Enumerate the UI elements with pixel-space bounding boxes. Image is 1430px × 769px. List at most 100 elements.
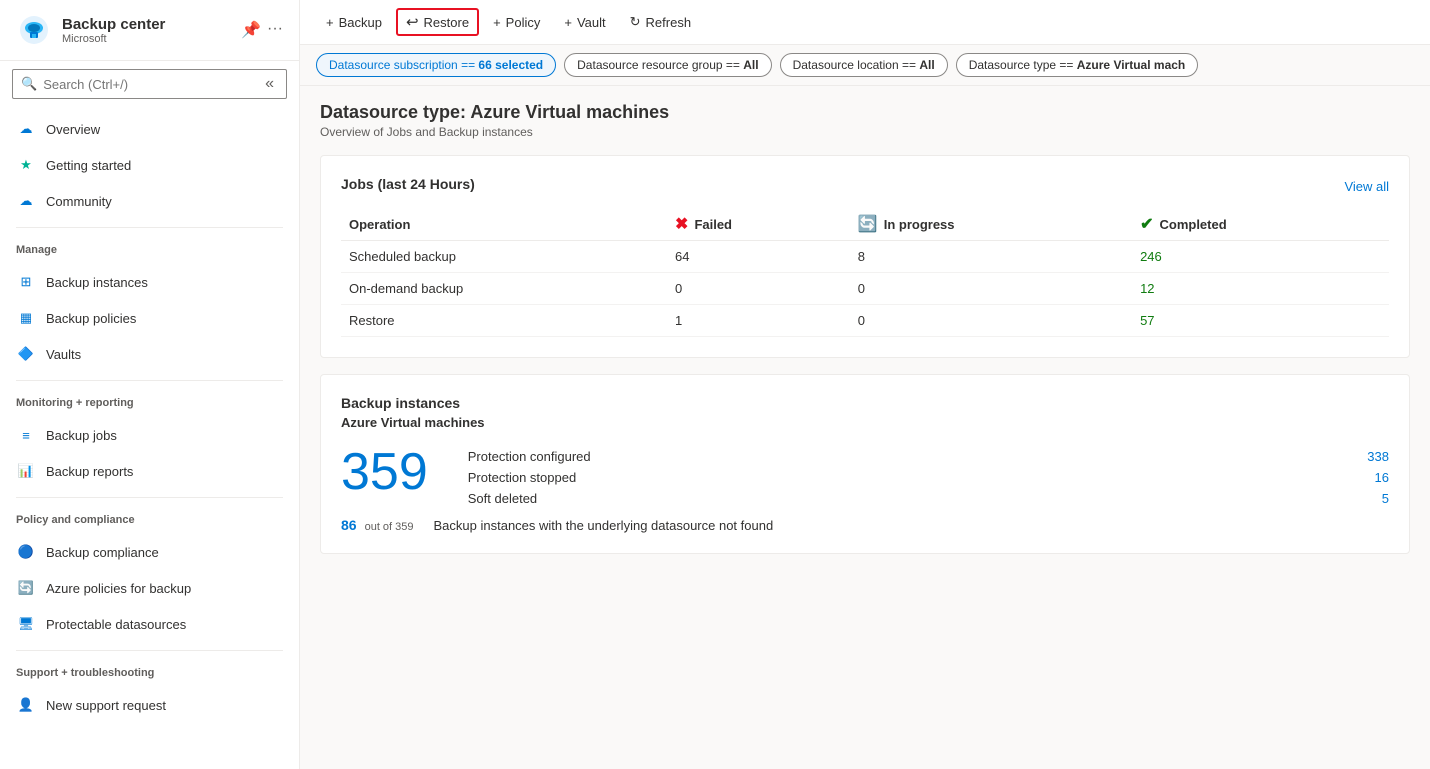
sidebar-item-backup-compliance-label: Backup compliance [46,545,159,560]
filter-location-label: Datasource location == All [793,58,935,72]
job-failed[interactable]: 64 [667,241,850,273]
job-in-progress[interactable]: 0 [850,305,1132,337]
sidebar-item-support-label: New support request [46,698,166,713]
nav-section-policy: 🔵 Backup compliance 🔄 Azure policies for… [0,530,299,646]
footer-sub-group: out of 359 [365,521,414,533]
more-icon[interactable]: ··· [267,20,283,40]
stat-value[interactable]: 338 [1367,449,1389,464]
azure-policies-icon: 🔄 [16,578,36,598]
sidebar-item-getting-started-label: Getting started [46,158,131,173]
col-failed: ✖ Failed [667,208,850,241]
page-subtitle: Overview of Jobs and Backup instances [320,125,1410,139]
filter-resource-group[interactable]: Datasource resource group == All [564,53,771,77]
restore-button[interactable]: ↩ Restore [396,8,479,36]
job-failed[interactable]: 0 [667,273,850,305]
group-label-monitoring: Monitoring + reporting [0,385,299,413]
protectable-icon: 🖥 [16,614,36,634]
policy-label: Policy [506,15,541,30]
search-icon: 🔍 [21,76,37,92]
restore-label: Restore [424,15,470,30]
sidebar-item-support-request[interactable]: 👤 New support request [0,687,299,723]
app-subtitle: Microsoft [62,33,231,45]
search-input[interactable] [43,77,255,92]
jobs-card-title: Jobs (last 24 Hours) [341,176,475,192]
progress-icon: 🔄 [858,214,878,234]
refresh-button[interactable]: ↻ Refresh [620,9,701,35]
search-box[interactable]: 🔍 « [12,69,287,99]
stat-row: Protection stopped16 [468,467,1389,488]
nav-section-main: ☁ Overview ★ Getting started ☁ Community [0,107,299,223]
filter-subscription[interactable]: Datasource subscription == 66 selected [316,53,556,77]
filter-type[interactable]: Datasource type == Azure Virtual mach [956,53,1199,77]
getting-started-icon: ★ [16,155,36,175]
stat-value[interactable]: 16 [1375,470,1389,485]
group-label-policy: Policy and compliance [0,502,299,530]
instances-footer: 86 out of 359 Backup instances with the … [341,517,1389,533]
instances-card-title: Backup instances [341,395,1389,411]
policy-button[interactable]: + Policy [483,10,550,35]
pin-icon[interactable]: 📌 [241,20,261,40]
page-title: Datasource type: Azure Virtual machines [320,102,1410,123]
sidebar-item-community-label: Community [46,194,112,209]
job-failed[interactable]: 1 [667,305,850,337]
sidebar-item-vaults[interactable]: 🔷 Vaults [0,336,299,372]
sidebar-item-backup-policies-label: Backup policies [46,311,136,326]
stat-label: Soft deleted [468,491,537,506]
jobs-table: Operation ✖ Failed 🔄 In progress [341,208,1389,337]
sidebar-item-backup-instances[interactable]: ⊞ Backup instances [0,264,299,300]
sidebar-item-backup-policies[interactable]: ▦ Backup policies [0,300,299,336]
vault-plus-icon: + [564,15,572,30]
sidebar-item-backup-jobs[interactable]: ≡ Backup jobs [0,417,299,453]
backup-label: Backup [339,15,382,30]
separator-support [16,650,283,651]
filter-location[interactable]: Datasource location == All [780,53,948,77]
vaults-icon: 🔷 [16,344,36,364]
job-in-progress[interactable]: 8 [850,241,1132,273]
sidebar-item-community[interactable]: ☁ Community [0,183,299,219]
instances-body: 359 Protection configured 338 Protection s… [341,446,1389,509]
toolbar: + Backup ↩ Restore + Policy + Vault ↻ Re… [300,0,1430,45]
sidebar-item-backup-reports[interactable]: 📊 Backup reports [0,453,299,489]
stat-value[interactable]: 5 [1382,491,1389,506]
backup-button[interactable]: + Backup [316,10,392,35]
backup-reports-icon: 📊 [16,461,36,481]
sidebar-item-backup-jobs-label: Backup jobs [46,428,117,443]
app-title: Backup center [62,16,231,33]
stat-row: Protection configured 338 [468,446,1389,467]
table-row: On-demand backup0012 [341,273,1389,305]
jobs-card: Jobs (last 24 Hours) View all Operation … [320,155,1410,358]
backup-jobs-icon: ≡ [16,425,36,445]
job-completed[interactable]: 57 [1132,305,1389,337]
completed-icon: ✔ [1140,214,1153,234]
separator-manage [16,227,283,228]
footer-count[interactable]: 86 [341,517,357,533]
job-operation: Restore [341,305,667,337]
sidebar-item-getting-started[interactable]: ★ Getting started [0,147,299,183]
collapse-icon[interactable]: « [261,75,278,93]
sidebar-item-vaults-label: Vaults [46,347,81,362]
sidebar-item-protectable[interactable]: 🖥 Protectable datasources [0,606,299,642]
instances-total: 359 [341,446,444,498]
app-icon [16,12,52,48]
group-label-support: Support + troubleshooting [0,655,299,683]
sidebar-item-azure-policies[interactable]: 🔄 Azure policies for backup [0,570,299,606]
vault-label: Vault [577,15,606,30]
separator-policy [16,497,283,498]
sidebar-item-overview[interactable]: ☁ Overview [0,111,299,147]
vault-button[interactable]: + Vault [554,10,615,35]
instances-stats: Protection configured 338 Protection stopp… [468,446,1389,509]
app-title-group: Backup center Microsoft [62,16,231,45]
backup-policies-icon: ▦ [16,308,36,328]
jobs-header: Jobs (last 24 Hours) View all [341,176,1389,196]
failed-icon: ✖ [675,214,688,234]
view-all-link[interactable]: View all [1344,179,1389,194]
policy-plus-icon: + [493,15,501,30]
job-completed[interactable]: 12 [1132,273,1389,305]
filter-subscription-label: Datasource subscription == 66 selected [329,58,543,72]
col-completed: ✔ Completed [1132,208,1389,241]
sidebar-item-backup-compliance[interactable]: 🔵 Backup compliance [0,534,299,570]
stat-label: Protection configured [468,449,591,464]
job-completed[interactable]: 246 [1132,241,1389,273]
job-in-progress[interactable]: 0 [850,273,1132,305]
sidebar-item-protectable-label: Protectable datasources [46,617,186,632]
